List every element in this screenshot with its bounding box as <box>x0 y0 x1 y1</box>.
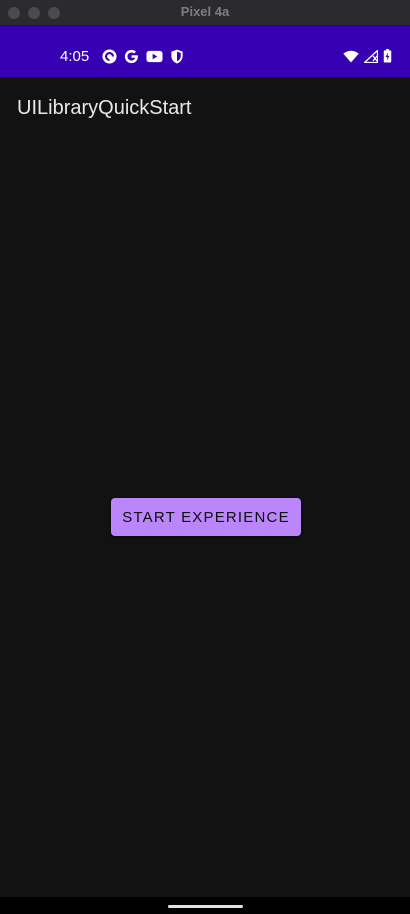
battery-charging-icon <box>383 49 392 63</box>
home-gesture-handle[interactable] <box>168 905 243 908</box>
start-experience-button[interactable]: START EXPERIENCE <box>111 498 301 536</box>
window-title: Pixel 4a <box>180 4 230 19</box>
status-bar: 4:05 <box>0 26 410 77</box>
pocket-casts-icon <box>102 49 117 64</box>
youtube-icon <box>146 50 163 63</box>
window-titlebar: Pixel 4a <box>0 0 410 26</box>
wifi-icon <box>343 50 359 63</box>
navigation-bar <box>0 897 410 914</box>
app-title: UILibraryQuickStart <box>17 97 192 119</box>
cell-signal-icon <box>364 49 378 63</box>
notification-icons <box>102 49 184 64</box>
google-icon <box>124 49 139 64</box>
system-icons <box>343 49 392 63</box>
shield-icon <box>170 49 184 64</box>
status-clock: 4:05 <box>60 48 90 65</box>
emulator-window: Pixel 4a 4:05 UILibraryQuickStart START … <box>0 0 410 914</box>
